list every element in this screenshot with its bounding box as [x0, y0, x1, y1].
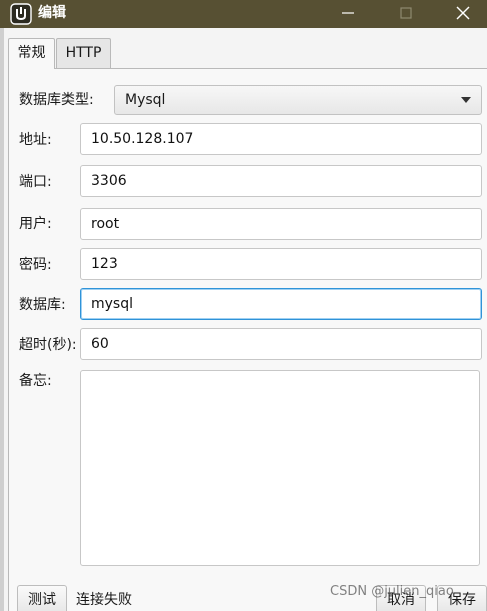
maximize-button[interactable] [384, 0, 430, 28]
timeout-input[interactable] [80, 328, 482, 360]
connection-status: 连接失败 [76, 592, 132, 608]
edit-dialog: 编辑 常规 HTTP 数据库类型: Mysql 地址: 端口: 用户: 密码: … [0, 0, 487, 611]
window-left-edge [0, 28, 4, 611]
chevron-down-icon [461, 97, 471, 103]
tab-http[interactable]: HTTP [56, 38, 111, 68]
maximize-icon [400, 7, 412, 19]
db-type-label: 数据库类型: [19, 92, 94, 108]
database-input[interactable] [80, 288, 482, 320]
notes-label: 备忘: [19, 373, 52, 389]
address-label: 地址: [19, 132, 52, 148]
window-title: 编辑 [38, 5, 66, 21]
notes-textarea[interactable] [80, 370, 480, 566]
password-label: 密码: [19, 257, 52, 273]
password-input[interactable] [80, 248, 482, 280]
app-logo-icon [10, 3, 32, 25]
user-input[interactable] [80, 208, 482, 240]
close-button[interactable] [441, 0, 487, 28]
watermark: CSDN @julien_qiao [330, 584, 454, 599]
tab-general[interactable]: 常规 [8, 38, 55, 69]
minimize-button[interactable] [326, 0, 372, 28]
test-connection-button[interactable]: 测试 [17, 585, 67, 611]
user-label: 用户: [19, 216, 52, 232]
close-icon [456, 6, 470, 20]
title-bar[interactable]: 编辑 [0, 0, 487, 28]
db-type-value: Mysql [125, 92, 166, 108]
address-input[interactable] [80, 123, 482, 155]
database-label: 数据库: [19, 297, 66, 313]
port-input[interactable] [80, 165, 482, 197]
timeout-label: 超时(秒): [19, 337, 77, 353]
port-label: 端口: [19, 174, 52, 190]
minimize-icon [342, 12, 354, 14]
db-type-select[interactable]: Mysql [114, 85, 482, 115]
